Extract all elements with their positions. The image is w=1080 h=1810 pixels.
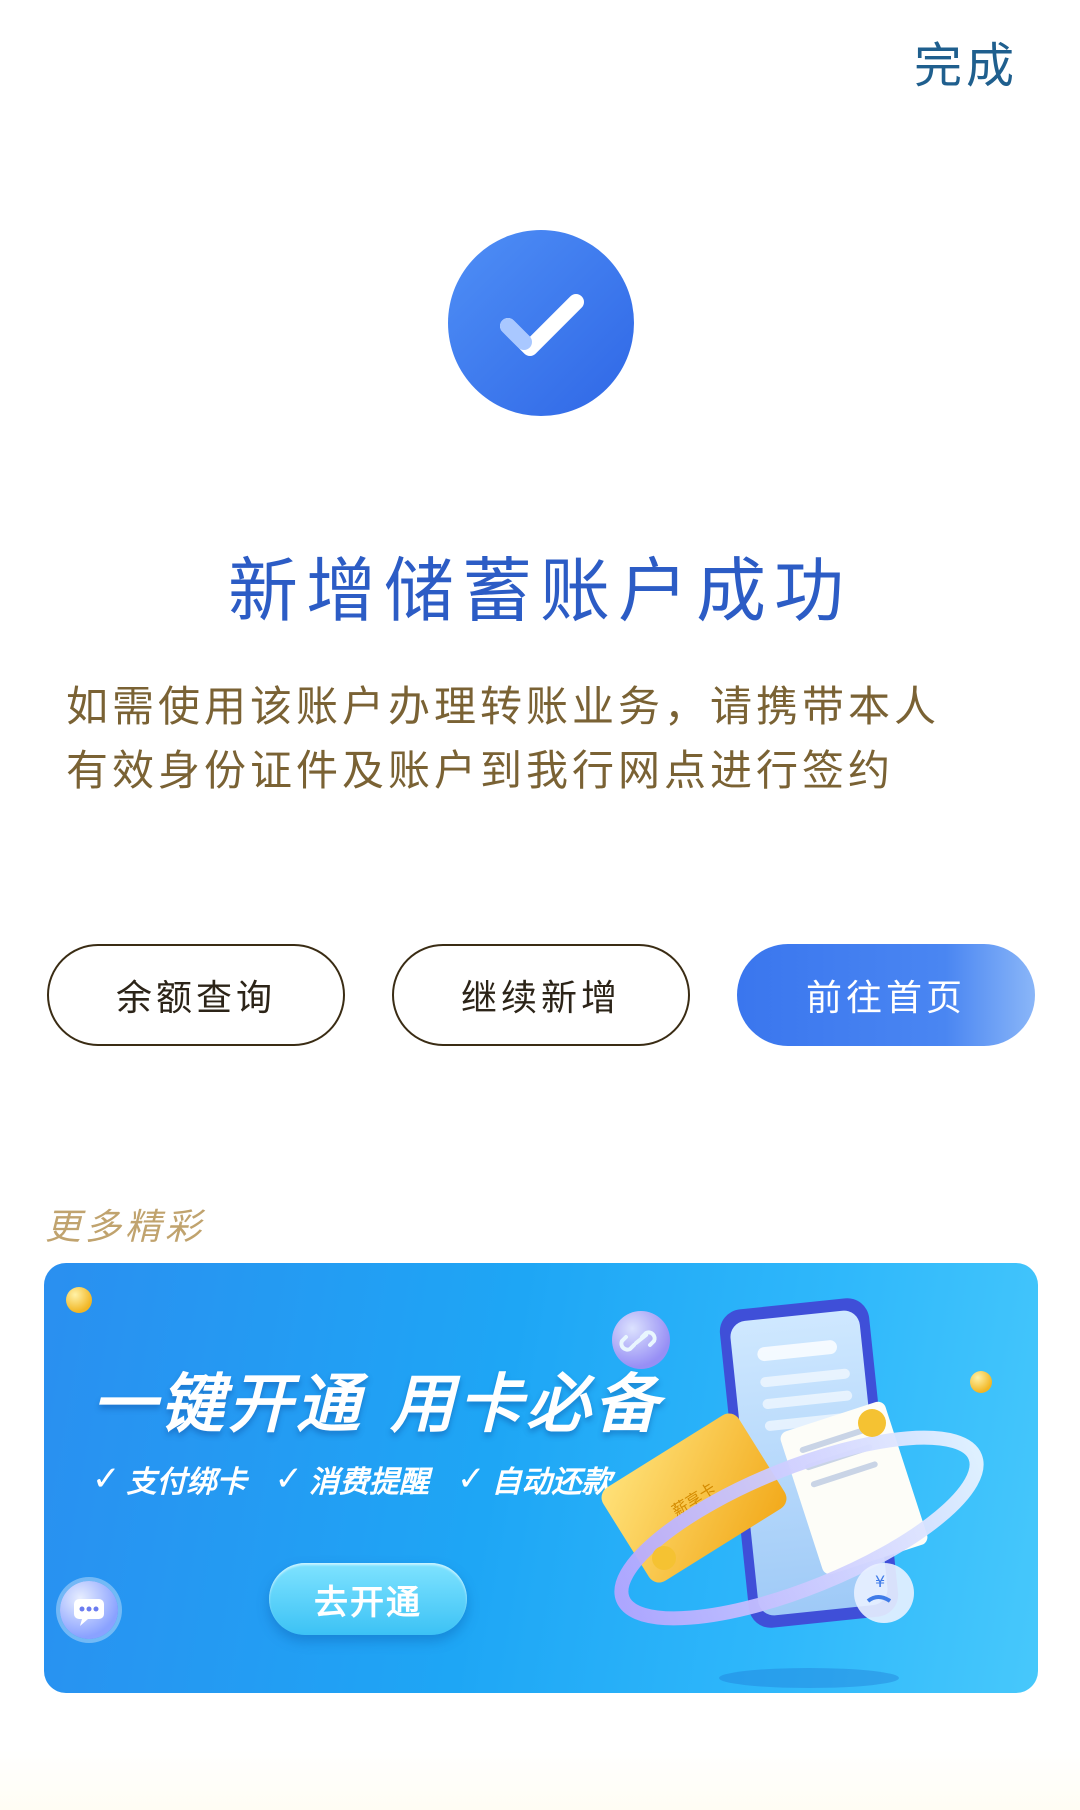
- coin-icon: [66, 1287, 92, 1313]
- chat-bubble-icon[interactable]: [60, 1581, 118, 1639]
- balance-query-button[interactable]: 余额查询: [47, 944, 345, 1046]
- check-icon: ✓: [457, 1459, 486, 1499]
- top-bar: 完成: [0, 0, 1080, 110]
- banner-features: ✓ 支付绑卡 ✓ 消费提醒 ✓ 自动还款: [92, 1457, 612, 1501]
- description-line-2: 有效身份证件及账户到我行网点进行签约: [66, 746, 895, 795]
- done-button[interactable]: 完成: [914, 26, 1018, 96]
- more-section-label: 更多精彩: [45, 1207, 206, 1248]
- banner-open-button[interactable]: 去开通: [269, 1563, 467, 1635]
- description: 如需使用该账户办理转账业务，请携带本人 有效身份证件及账户到我行网点进行签约: [66, 675, 1016, 803]
- action-buttons: 余额查询 继续新增 前往首页: [47, 944, 1035, 1048]
- page: 完成 新增储蓄账户成功 如需使用该账户办理转账业务，请携带本人 有效身份证件及账…: [0, 0, 1080, 1810]
- check-circle-icon: [448, 230, 634, 416]
- go-home-button[interactable]: 前往首页: [737, 944, 1035, 1046]
- banner-feature-label: 支付绑卡: [126, 1465, 247, 1500]
- banner-title: 一键开通 用卡必备: [92, 1368, 663, 1442]
- promo-banner[interactable]: 一键开通 用卡必备 ✓ 支付绑卡 ✓ 消费提醒 ✓ 自动还款 去开通 薪享卡 ¥: [44, 1263, 1038, 1693]
- banner-feature-label: 消费提醒: [309, 1465, 429, 1500]
- phone-card-illustration: 薪享卡 ¥: [601, 1298, 984, 1688]
- bottom-area: [0, 1750, 1080, 1810]
- svg-text:¥: ¥: [875, 1572, 885, 1591]
- check-icon: ✓: [274, 1459, 304, 1499]
- banner-feature: ✓ 消费提醒: [275, 1457, 430, 1501]
- description-line-1: 如需使用该账户办理转账业务，请携带本人: [66, 682, 941, 731]
- check-icon: ✓: [92, 1459, 121, 1499]
- continue-add-button[interactable]: 继续新增: [392, 944, 690, 1046]
- page-title: 新增储蓄账户成功: [228, 550, 852, 632]
- banner-feature: ✓ 支付绑卡: [92, 1457, 247, 1501]
